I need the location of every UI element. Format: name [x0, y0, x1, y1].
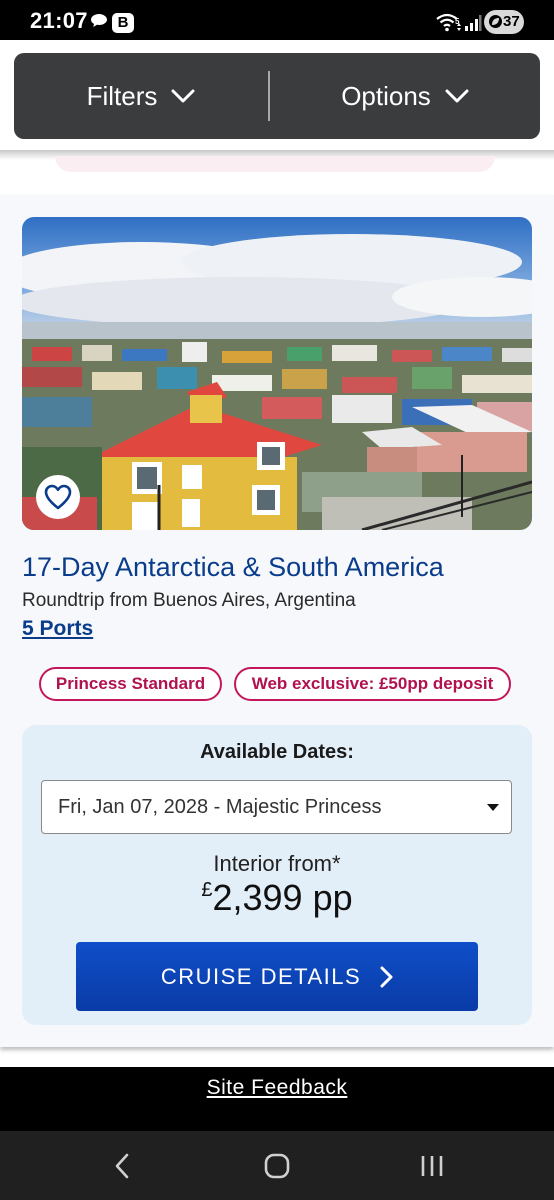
chevron-down-icon: [445, 89, 469, 103]
price-label: Interior from*: [213, 851, 341, 876]
recents-button[interactable]: [382, 1131, 482, 1200]
cruise-details-button[interactable]: CRUISE DETAILS: [76, 942, 478, 1011]
options-button[interactable]: Options: [270, 53, 540, 139]
cruise-details-label: CRUISE DETAILS: [160, 963, 362, 989]
heart-icon: [44, 484, 72, 510]
price-amount: 2,399 pp: [212, 877, 353, 918]
previous-card-edge: [55, 156, 495, 172]
price-currency: £: [201, 879, 213, 901]
date-select[interactable]: Fri, Jan 07, 2028 - Majestic Princess: [41, 780, 512, 834]
price-value: £2,399 pp: [22, 877, 532, 919]
cruise-card: 17-Day Antarctica & South America Roundt…: [0, 195, 554, 1047]
site-feedback-link[interactable]: Site Feedback: [0, 1076, 554, 1100]
chevron-right-icon: [380, 966, 393, 987]
back-button[interactable]: [72, 1131, 172, 1200]
battery-indicator: 37: [484, 10, 524, 34]
cruise-title[interactable]: 17-Day Antarctica & South America: [22, 552, 444, 583]
caret-down-icon: [487, 804, 499, 811]
chat-bubble-icon: [91, 14, 107, 27]
cruise-image[interactable]: [22, 217, 532, 530]
chevron-down-icon: [171, 89, 195, 103]
footer: Site Feedback: [0, 1067, 554, 1131]
selected-date: Fri, Jan 07, 2028 - Majestic Princess: [58, 796, 382, 818]
wifi-icon: 5: [436, 13, 461, 32]
status-bar: 21:07 B 5 37: [0, 0, 554, 40]
status-time: 21:07: [30, 8, 88, 33]
available-dates-panel: Available Dates: Fri, Jan 07, 2028 - Maj…: [22, 725, 532, 1025]
favorite-button[interactable]: [36, 475, 80, 519]
recents-icon: [421, 1155, 443, 1176]
home-button[interactable]: [227, 1131, 327, 1200]
system-nav-bar: [0, 1131, 554, 1200]
signal-icon: [465, 15, 482, 31]
filters-button[interactable]: Filters: [14, 53, 268, 139]
filter-bar: Filters Options: [14, 53, 540, 139]
ports-link[interactable]: 5 Ports: [22, 617, 93, 641]
promo-badge: Web exclusive: £50pp deposit: [234, 667, 511, 701]
home-icon: [264, 1153, 290, 1178]
battery-saver-icon: [489, 15, 502, 28]
b-app-icon: B: [112, 13, 134, 33]
battery-level: 37: [503, 13, 520, 30]
dates-label: Available Dates:: [200, 741, 354, 763]
options-label: Options: [341, 80, 431, 111]
filters-label: Filters: [86, 80, 158, 111]
fare-type-badge: Princess Standard: [39, 667, 222, 701]
cruise-route: Roundtrip from Buenos Aires, Argentina: [22, 590, 356, 611]
back-icon: [115, 1153, 129, 1178]
